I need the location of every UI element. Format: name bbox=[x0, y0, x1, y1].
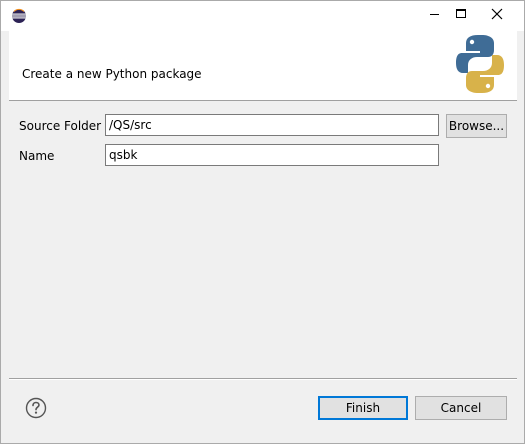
footer-separator-highlight bbox=[9, 379, 517, 380]
help-icon[interactable] bbox=[25, 397, 47, 419]
source-folder-label: Source Folder bbox=[19, 119, 102, 133]
eclipse-icon bbox=[12, 8, 26, 23]
minimize-icon bbox=[430, 14, 439, 15]
wizard-banner: Create a new Python package bbox=[9, 31, 517, 101]
source-folder-input[interactable] bbox=[105, 114, 439, 136]
maximize-button[interactable] bbox=[451, 1, 473, 27]
name-label: Name bbox=[19, 149, 55, 163]
browse-button[interactable]: Browse... bbox=[446, 114, 507, 138]
new-python-package-dialog: Create a new Python package Source Folde… bbox=[0, 0, 525, 444]
name-input[interactable] bbox=[105, 144, 439, 166]
cancel-button[interactable]: Cancel bbox=[415, 396, 507, 420]
title-bar[interactable] bbox=[1, 1, 524, 31]
finish-button[interactable]: Finish bbox=[318, 396, 408, 420]
maximize-icon bbox=[456, 9, 466, 18]
minimize-button[interactable] bbox=[425, 1, 447, 27]
wizard-message: Create a new Python package bbox=[22, 67, 202, 81]
python-logo bbox=[456, 35, 504, 93]
close-button[interactable] bbox=[475, 1, 520, 27]
close-icon bbox=[491, 8, 503, 20]
